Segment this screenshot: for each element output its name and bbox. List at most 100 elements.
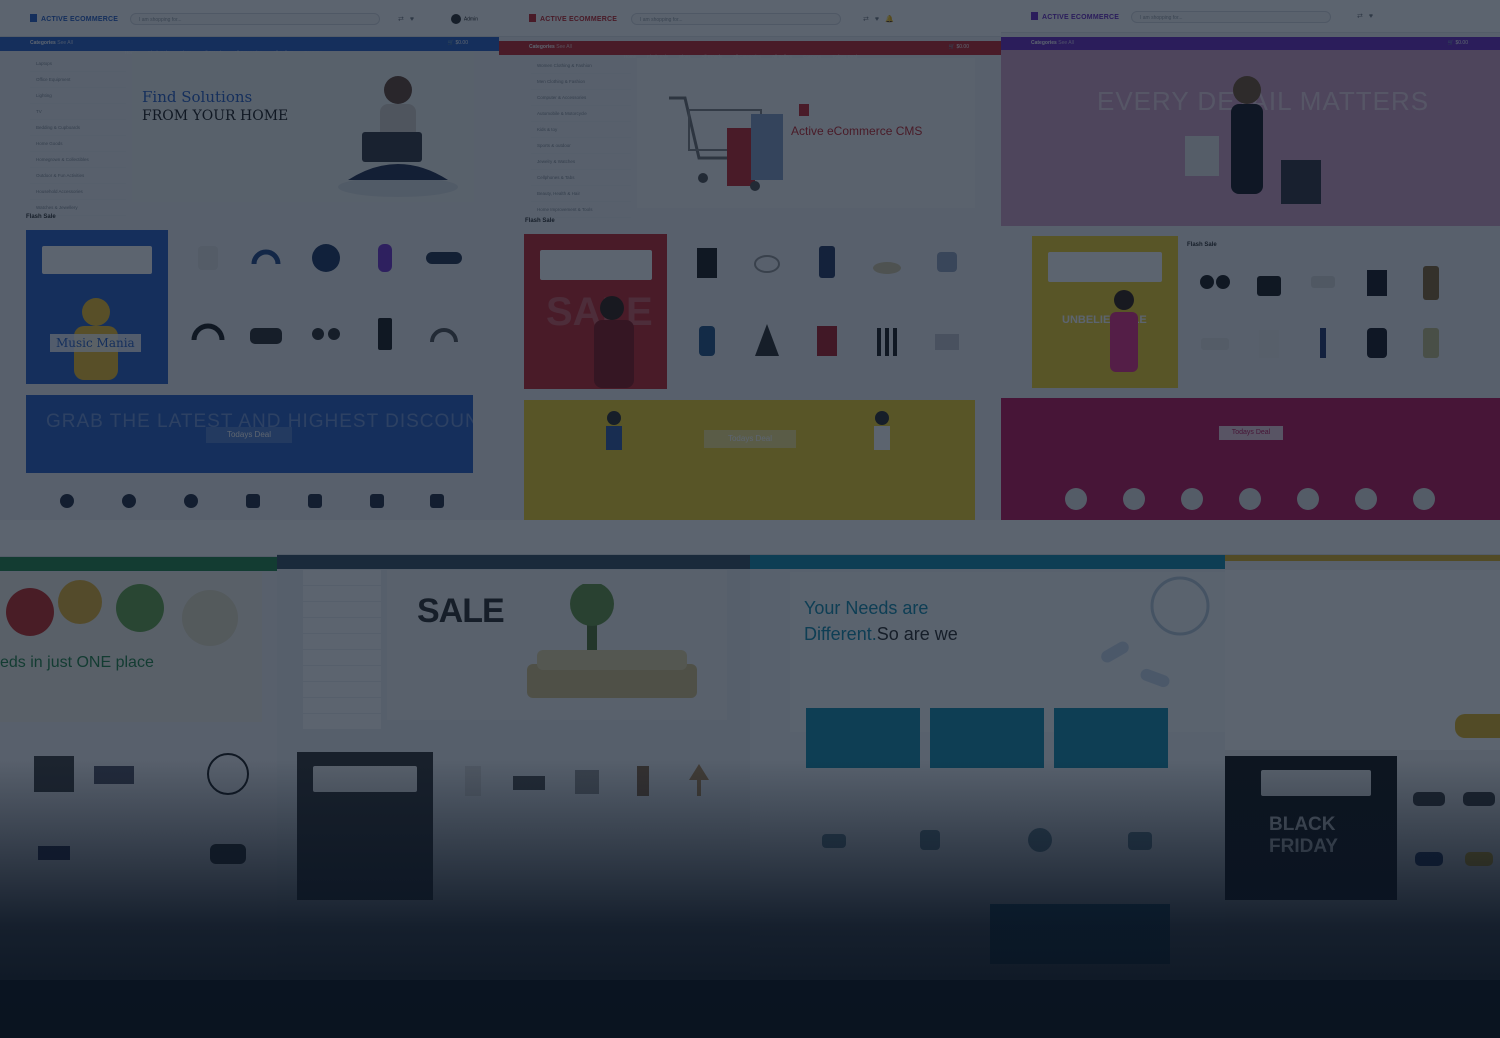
product-image[interactable] [910,820,950,860]
compare-icon[interactable]: ⇄ [398,16,410,23]
sidebar-item[interactable] [303,650,381,666]
sidebar-item[interactable]: Homegrown & Collectibles [30,152,126,168]
deal-banner[interactable]: Todays Deal [524,400,975,520]
product-image[interactable] [687,320,727,360]
todays-deal-button[interactable]: Todays Deal [1219,426,1283,440]
sidebar-item[interactable]: TV [30,104,126,120]
see-all-link[interactable]: See All [1058,40,1074,46]
product-image[interactable] [366,236,406,276]
notification-icon[interactable]: 🔔 [885,16,900,23]
flash-sale-promo[interactable]: BLACK FRIDAY [1225,756,1397,900]
sidebar-item[interactable] [303,714,381,730]
theme-preview-green[interactable]: eds in just ONE place [0,520,277,980]
category-icon[interactable] [308,494,322,508]
promo-block[interactable] [990,904,1170,964]
product-image[interactable] [509,760,549,800]
flash-sale-promo[interactable]: Music Mania [26,230,168,384]
categories-button[interactable]: Categories See All [1031,40,1074,46]
category-icon[interactable] [1355,488,1377,510]
search-input[interactable]: I am shopping for... [631,13,841,25]
product-image[interactable] [1459,838,1499,878]
sidebar-item[interactable] [303,602,381,618]
category-icon[interactable] [122,494,136,508]
product-image[interactable] [623,760,663,800]
sidebar-item[interactable]: Home Improvement & Tools [531,202,631,218]
hero-banner[interactable] [1225,570,1500,750]
sidebar-item[interactable] [303,698,381,714]
product-image[interactable] [92,752,136,796]
sidebar-item[interactable]: Sports & outdoor [531,138,631,154]
compare-icon[interactable]: ⇄ [863,16,875,23]
product-image[interactable] [867,242,907,282]
compare-icon[interactable]: ⇄ [1357,13,1369,20]
category-icon[interactable] [246,494,260,508]
product-image[interactable] [306,236,346,276]
sidebar-item[interactable]: Computer & Accessories [531,90,631,106]
product-image[interactable] [1411,262,1451,302]
product-image[interactable] [1303,322,1343,362]
theme-preview-red[interactable]: ACTIVE ECOMMERCE I am shopping for... ⇄♥… [499,0,1001,520]
product-image[interactable] [453,760,493,800]
sidebar-item[interactable]: Outdoor & Fun Activities [30,168,126,184]
product-image[interactable] [1120,820,1160,860]
search-input[interactable]: I am shopping for... [130,13,380,25]
product-image[interactable] [747,242,787,282]
site-logo[interactable]: ACTIVE ECOMMERCE [30,14,118,23]
product-image[interactable] [366,314,406,354]
hero-banner[interactable]: EVERY DETAIL MATTERS [1001,50,1500,226]
feature-card[interactable] [930,708,1044,768]
product-image[interactable] [1411,322,1451,362]
todays-deal-button[interactable]: Todays Deal [704,430,796,448]
product-image[interactable] [188,236,228,276]
sidebar-item[interactable] [303,634,381,650]
product-image[interactable] [246,314,286,354]
product-image[interactable] [927,242,967,282]
deal-banner[interactable]: Todays Deal [1001,398,1500,520]
categories-button[interactable]: Categories See All [30,40,73,46]
wishlist-icon[interactable]: ♥ [410,16,420,23]
sidebar-item[interactable]: Kids & toy [531,122,631,138]
product-image[interactable] [927,320,967,360]
product-image[interactable] [687,242,727,282]
hero-banner[interactable]: Active eCommerce CMS [637,58,975,208]
deal-banner[interactable]: GRAB THE LATEST AND HIGHEST DISCOUNT Tod… [26,395,473,473]
category-icon[interactable] [1123,488,1145,510]
flash-sale-promo[interactable]: UNBELIEVABLE [1032,236,1178,388]
product-image[interactable] [1357,322,1397,362]
sidebar-item[interactable]: Lighting [30,88,126,104]
wishlist-icon[interactable]: ♥ [1369,13,1379,20]
see-all-link[interactable]: See All [556,44,572,50]
product-image[interactable] [807,242,847,282]
sidebar-item[interactable] [303,586,381,602]
sidebar-item[interactable]: Laptops [30,56,126,72]
search-input[interactable]: I am shopping for... [1131,11,1331,23]
sidebar-item[interactable]: Office Equipment [30,72,126,88]
product-image[interactable] [1409,838,1449,878]
sidebar-item[interactable]: Men Clothing & Fashion [531,74,631,90]
sidebar-item[interactable] [303,618,381,634]
product-image[interactable] [1195,262,1235,302]
theme-preview-teal[interactable]: Your Needs are Different.So are we [750,520,1225,980]
product-image[interactable] [679,760,719,800]
cart-button[interactable]: 🛒 $0.00 [949,44,969,50]
category-icon[interactable] [1239,488,1261,510]
categories-button[interactable]: Categories See All [529,44,572,50]
sidebar-item[interactable] [303,666,381,682]
product-image[interactable] [814,820,854,860]
product-image[interactable] [188,314,228,354]
category-icon[interactable] [1413,488,1435,510]
product-image[interactable] [747,320,787,360]
hero-banner[interactable]: eds in just ONE place [0,572,262,722]
sidebar-item[interactable]: Bedding & Cupboards [30,120,126,136]
category-icon[interactable] [1181,488,1203,510]
see-all-link[interactable]: See All [57,40,73,46]
product-image[interactable] [32,752,76,796]
category-icon[interactable] [1297,488,1319,510]
sidebar-item[interactable] [303,570,381,586]
product-image[interactable] [1459,778,1499,818]
sidebar-item[interactable]: Automobile & Motorcycle [531,106,631,122]
theme-preview-purple[interactable]: ACTIVE ECOMMERCE I am shopping for... ⇄♥… [1001,0,1500,520]
product-image[interactable] [567,760,607,800]
sidebar-item[interactable]: Cellphones & Tabs [531,170,631,186]
flash-sale-promo[interactable] [297,752,433,900]
